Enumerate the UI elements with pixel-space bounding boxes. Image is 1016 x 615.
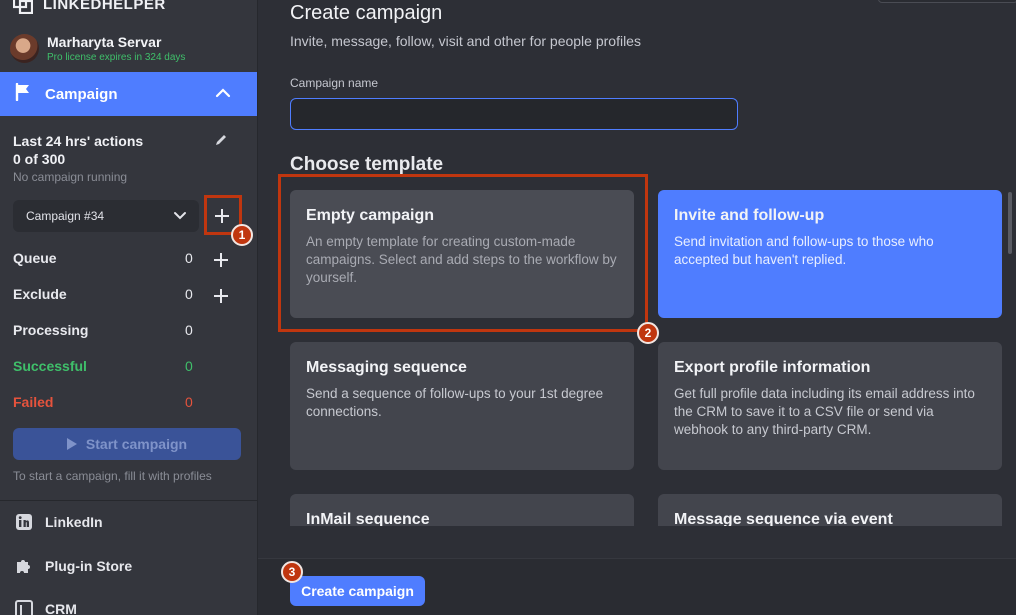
user-profile[interactable]: Marharyta Servar Pro license expires in … (10, 34, 185, 63)
brand-name: LINKEDHELPER™ (43, 0, 175, 13)
step-badge-1: 1 (231, 224, 253, 246)
template-title: Messaging sequence (306, 359, 467, 376)
stat-row-successful: Successful 0 (13, 358, 243, 378)
window-control-box[interactable] (878, 0, 1016, 3)
stats-count: 0 of 300 (13, 151, 66, 167)
stats-title: Last 24 hrs' actions (13, 133, 144, 149)
linkedin-icon (15, 513, 33, 531)
puzzle-icon (15, 557, 33, 575)
nav-campaign-label: Campaign (45, 85, 118, 103)
plus-icon (214, 253, 228, 267)
stat-value: 0 (185, 250, 193, 266)
stats-status: No campaign running (13, 170, 128, 184)
stat-row-exclude: Exclude 0 (13, 286, 243, 306)
play-icon (66, 438, 77, 450)
add-exclude-button[interactable] (214, 289, 228, 303)
plus-icon (214, 289, 228, 303)
chevron-up-icon[interactable] (215, 86, 231, 104)
sidebar-item-label: CRM (45, 601, 77, 615)
chevron-down-icon (173, 210, 187, 224)
template-desc: Get full profile data including its emai… (674, 386, 975, 437)
create-campaign-button[interactable]: Create campaign (290, 576, 425, 606)
stat-label: Failed (13, 394, 54, 410)
sidebar-item-plugin-store[interactable]: Plug-in Store (15, 557, 132, 575)
sidebar-item-label: LinkedIn (45, 514, 103, 530)
sidebar-item-crm[interactable]: CRM (15, 600, 77, 615)
page-subtitle: Invite, message, follow, visit and other… (290, 33, 641, 49)
stat-value: 0 (185, 358, 193, 374)
sidebar: LINKEDHELPER™ Marharyta Servar Pro licen… (0, 0, 258, 615)
template-card-messaging-sequence[interactable]: Messaging sequence Send a sequence of fo… (290, 342, 634, 470)
start-hint: To start a campaign, fill it with profil… (13, 469, 212, 483)
template-card-export-profile[interactable]: Export profile information Get full prof… (658, 342, 1002, 470)
stat-value: 0 (185, 286, 193, 302)
template-scrollbar[interactable] (1008, 192, 1012, 254)
step-badge-3: 3 (281, 561, 303, 583)
add-queue-button[interactable] (214, 253, 228, 267)
campaign-name-input[interactable] (290, 98, 738, 130)
template-desc: Send a sequence of follow-ups to your 1s… (306, 386, 604, 419)
stat-row-failed: Failed 0 (13, 394, 243, 414)
flag-icon (15, 82, 31, 106)
template-card-invite-follow-up[interactable]: Invite and follow-up Send invitation and… (658, 190, 1002, 318)
template-title: Export profile information (674, 359, 871, 376)
nav-campaign[interactable]: Campaign (0, 72, 257, 116)
start-campaign-button[interactable]: Start campaign (13, 428, 241, 460)
stat-value: 0 (185, 394, 193, 410)
brand-logo: LINKEDHELPER™ (12, 0, 175, 15)
license-status: Pro license expires in 324 days (47, 52, 186, 63)
stat-row-queue: Queue 0 (13, 250, 243, 270)
template-card-message-via-event[interactable]: Message sequence via event (658, 494, 1002, 526)
template-card-inmail-sequence[interactable]: InMail sequence (290, 494, 634, 526)
stat-label: Queue (13, 250, 57, 266)
campaign-select-value: Campaign #34 (26, 209, 105, 223)
sidebar-item-linkedin[interactable]: LinkedIn (15, 513, 103, 531)
pencil-icon[interactable] (214, 133, 228, 152)
stat-row-processing: Processing 0 (13, 322, 243, 342)
page-title: Create campaign (290, 2, 443, 24)
template-title: InMail sequence (306, 511, 430, 526)
highlight-empty-campaign (278, 174, 648, 332)
stat-value: 0 (185, 322, 193, 338)
template-desc: Send invitation and follow-ups to those … (674, 234, 934, 267)
template-title: Invite and follow-up (674, 207, 825, 224)
sidebar-divider (0, 500, 257, 501)
template-title: Message sequence via event (674, 511, 893, 526)
user-name: Marharyta Servar (47, 34, 162, 50)
sidebar-item-label: Plug-in Store (45, 558, 133, 574)
avatar[interactable] (10, 34, 39, 63)
campaign-select[interactable]: Campaign #34 (13, 200, 199, 232)
stat-label: Exclude (13, 286, 67, 302)
logo-icon (12, 0, 34, 15)
stat-label: Successful (13, 358, 87, 374)
stat-label: Processing (13, 322, 89, 338)
choose-template-title: Choose template (290, 154, 444, 175)
campaign-name-label: Campaign name (290, 76, 379, 90)
crm-icon (15, 600, 33, 615)
start-campaign-label: Start campaign (85, 436, 188, 452)
step-badge-2: 2 (637, 322, 659, 344)
